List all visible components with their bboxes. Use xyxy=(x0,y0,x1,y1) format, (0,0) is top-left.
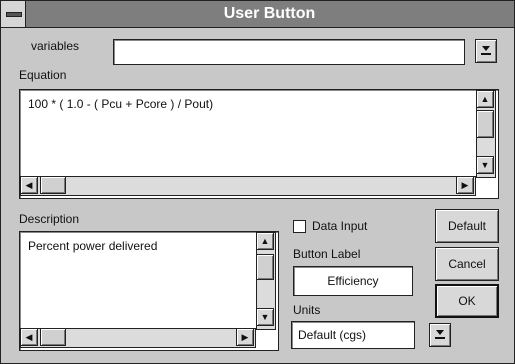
equation-hscroll-thumb[interactable] xyxy=(40,176,66,194)
title-bar: User Button xyxy=(1,1,514,28)
scroll-up-icon[interactable]: ▲ xyxy=(476,90,494,108)
description-textarea[interactable]: Percent power delivered ▲ ▼ ◀ ▶ xyxy=(19,231,279,351)
description-label: Description xyxy=(19,212,80,226)
description-hscroll-thumb[interactable] xyxy=(40,328,66,346)
equation-vscroll-thumb[interactable] xyxy=(476,110,494,138)
scroll-left-icon[interactable]: ◀ xyxy=(20,328,38,346)
units-dropdown-button[interactable] xyxy=(429,323,451,347)
variables-input[interactable] xyxy=(113,39,465,65)
button-label-label: Button Label xyxy=(293,247,361,261)
description-text: Percent power delivered xyxy=(28,239,158,253)
default-button[interactable]: Default xyxy=(435,209,499,243)
button-label-input[interactable]: Efficiency xyxy=(293,266,413,296)
ok-button[interactable]: OK xyxy=(435,284,499,318)
scroll-right-icon[interactable]: ▶ xyxy=(236,328,254,346)
data-input-checkbox[interactable] xyxy=(293,220,306,233)
system-menu-icon[interactable] xyxy=(1,1,26,27)
variables-label: variables xyxy=(31,39,80,53)
units-value: Default (cgs) xyxy=(298,328,367,342)
description-vscroll-thumb[interactable] xyxy=(256,254,274,280)
units-select[interactable]: Default (cgs) xyxy=(291,321,415,349)
units-label: Units xyxy=(293,303,321,317)
equation-hscroll-track[interactable] xyxy=(20,176,476,196)
scroll-left-icon[interactable]: ◀ xyxy=(20,176,38,194)
dropdown-arrow-icon xyxy=(436,330,444,335)
button-label-value: Efficiency xyxy=(327,274,379,288)
data-input-label[interactable]: Data Input xyxy=(312,219,367,233)
scroll-up-icon[interactable]: ▲ xyxy=(256,232,274,250)
dropdown-arrow-icon xyxy=(482,46,490,51)
equation-text: 100 * ( 1.0 - ( Pcu + Pcore ) / Pout) xyxy=(28,97,214,111)
scroll-down-icon[interactable]: ▼ xyxy=(476,156,494,174)
variables-dropdown-button[interactable] xyxy=(475,39,497,63)
user-button-dialog: User Button variables Equation 100 * ( 1… xyxy=(0,0,515,364)
cancel-button[interactable]: Cancel xyxy=(435,247,499,281)
scroll-down-icon[interactable]: ▼ xyxy=(256,308,274,326)
window-title: User Button xyxy=(223,5,316,22)
equation-label: Equation xyxy=(19,68,67,82)
equation-textarea[interactable]: 100 * ( 1.0 - ( Pcu + Pcore ) / Pout) ▲ … xyxy=(19,89,499,199)
scroll-right-icon[interactable]: ▶ xyxy=(456,176,474,194)
